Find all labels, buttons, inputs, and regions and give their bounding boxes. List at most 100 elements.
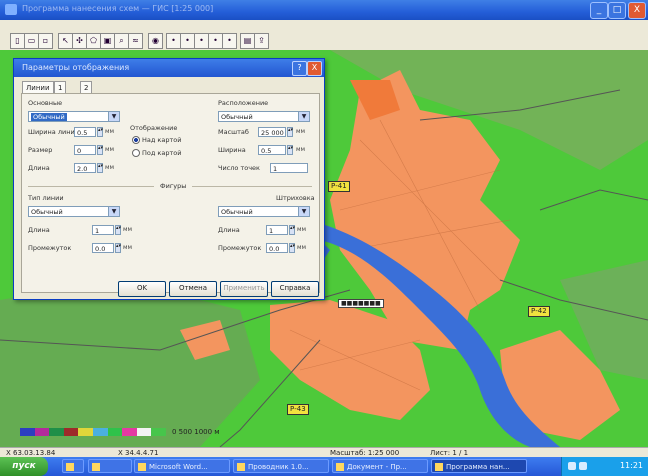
hatch-gap-field[interactable]: 0.0: [266, 243, 288, 253]
scale-swatch: [107, 428, 123, 436]
rectangle-icon[interactable]: ▣: [100, 33, 115, 49]
width-field[interactable]: 0.5: [258, 145, 286, 155]
group-header: Основные: [28, 99, 63, 107]
globe-icon[interactable]: ◉: [148, 33, 163, 49]
taskbar-item-active[interactable]: Программа нан...: [431, 459, 527, 473]
save-file-icon[interactable]: ▫: [38, 33, 53, 49]
close-button[interactable]: X: [628, 2, 646, 19]
line-style-select[interactable]: Обычный ▼: [28, 111, 120, 122]
scale-swatch: [49, 428, 64, 436]
road-label: Р-41: [328, 181, 350, 192]
taskbar-item[interactable]: Проводник 1.0...: [233, 459, 329, 473]
gap-field[interactable]: 0.0: [92, 243, 114, 253]
maximize-button[interactable]: □: [608, 2, 626, 19]
pointer-icon[interactable]: ↖: [58, 33, 73, 49]
spinner-icon[interactable]: ▴▾: [115, 225, 121, 235]
dash-length-field[interactable]: 1: [92, 225, 114, 235]
measure-icon[interactable]: ≈: [128, 33, 143, 49]
cancel-button[interactable]: Отмена: [169, 281, 217, 297]
system-tray: 11:21: [561, 457, 648, 476]
scale-swatch: [92, 428, 108, 436]
unit-label: мм: [296, 146, 306, 153]
dialog-title: Параметры отображения: [14, 59, 324, 77]
point-tool-icon[interactable]: •: [166, 33, 181, 49]
spinner-icon[interactable]: ▴▾: [287, 127, 293, 137]
scale-field[interactable]: 25 000: [258, 127, 286, 137]
spinner-icon[interactable]: ▴▾: [287, 145, 293, 155]
taskbar-item[interactable]: Microsoft Word...: [134, 459, 230, 473]
taskbar-item[interactable]: [62, 459, 84, 473]
open-file-icon[interactable]: ▭: [24, 33, 39, 49]
position-select[interactable]: Обычный ▼: [218, 111, 310, 122]
field-label: Длина: [28, 226, 50, 234]
line-type-select[interactable]: Обычный ▼: [28, 206, 120, 217]
length-field[interactable]: 2.0: [74, 163, 96, 173]
clock: 11:21: [619, 461, 643, 470]
spinner-icon[interactable]: ▴▾: [97, 145, 103, 155]
unit-label: мм: [105, 146, 115, 153]
line-width-field[interactable]: 0.5: [74, 127, 96, 137]
point-tool-icon[interactable]: •: [194, 33, 209, 49]
spinner-icon[interactable]: ▴▾: [97, 163, 103, 173]
start-button[interactable]: пуск: [0, 457, 48, 476]
group-header: Штриховка: [276, 194, 315, 202]
apply-button[interactable]: Применить: [220, 281, 268, 297]
scale-swatch: [122, 428, 137, 436]
unit-label: мм: [296, 128, 306, 135]
polygon-icon[interactable]: ⬠: [86, 33, 101, 49]
unit-label: мм: [297, 226, 307, 233]
app-icon: [138, 463, 146, 471]
hatch-length-field[interactable]: 1: [266, 225, 288, 235]
point-tool-icon[interactable]: •: [208, 33, 223, 49]
section-header: Фигуры: [160, 182, 187, 190]
app-icon: [92, 463, 100, 471]
minimize-button[interactable]: _: [590, 2, 608, 19]
spinner-icon[interactable]: ▴▾: [97, 127, 103, 137]
new-file-icon[interactable]: ▯: [10, 33, 25, 49]
toolbar: ▯ ▭ ▫ ↖ ✣ ⬠ ▣ ⌕ ≈ ◉ • • • • • ▤ ⇪: [0, 32, 648, 51]
dialog-close-button[interactable]: X: [307, 61, 322, 76]
app-icon: [336, 463, 344, 471]
point-tool-icon[interactable]: •: [180, 33, 195, 49]
help-dialog-button[interactable]: Справка: [271, 281, 319, 297]
spinner-icon[interactable]: ▴▾: [289, 225, 295, 235]
scale-caption: 0 500 1000 м: [172, 428, 220, 436]
divider: [28, 186, 154, 187]
hatch-select[interactable]: Обычный ▼: [218, 206, 310, 217]
group-header: Расположение: [218, 99, 269, 107]
window-title-bar: Программа нанесения схем — ГИС [1:25 000…: [0, 0, 648, 20]
field-label: Размер: [28, 146, 53, 154]
magnify-icon[interactable]: ⌕: [114, 33, 129, 49]
unit-label: мм: [105, 164, 115, 171]
radio-below-map[interactable]: Под картой: [132, 149, 181, 158]
field-label: Ширина линии: [28, 128, 79, 136]
color-scale-bar: [20, 428, 166, 436]
chevron-down-icon: ▼: [298, 207, 309, 216]
unit-label: мм: [123, 226, 133, 233]
help-button[interactable]: ?: [292, 61, 307, 76]
app-icon: [5, 4, 17, 15]
road-label: Р-43: [287, 404, 309, 415]
road-label: Р-42: [528, 306, 550, 317]
points-field[interactable]: 1: [270, 163, 308, 173]
field-label: Длина: [28, 164, 50, 172]
point-tool-icon[interactable]: •: [222, 33, 237, 49]
spinner-icon[interactable]: ▴▾: [115, 243, 121, 253]
node-edit-icon[interactable]: ✣: [72, 33, 87, 49]
app-icon: [435, 463, 443, 471]
spinner-icon[interactable]: ▴▾: [289, 243, 295, 253]
tray-icon[interactable]: [579, 462, 587, 470]
dialog-panel: Основные Обычный ▼ Ширина линии 0.5 ▴▾ мм…: [21, 93, 320, 293]
taskbar-item[interactable]: Документ - Пр...: [332, 459, 428, 473]
taskbar-item[interactable]: [88, 459, 132, 473]
scale-swatch: [34, 428, 50, 436]
place-label: ■■■■■■■: [338, 299, 384, 308]
size-field[interactable]: 0: [74, 145, 96, 155]
print-icon[interactable]: ▤: [240, 33, 255, 49]
export-icon[interactable]: ⇪: [254, 33, 269, 49]
ok-button[interactable]: OK: [118, 281, 166, 297]
radio-above-map[interactable]: Над картой: [132, 136, 181, 145]
scale-swatch: [20, 428, 35, 436]
tray-icon[interactable]: [568, 462, 576, 470]
terrain-area: [0, 280, 260, 447]
